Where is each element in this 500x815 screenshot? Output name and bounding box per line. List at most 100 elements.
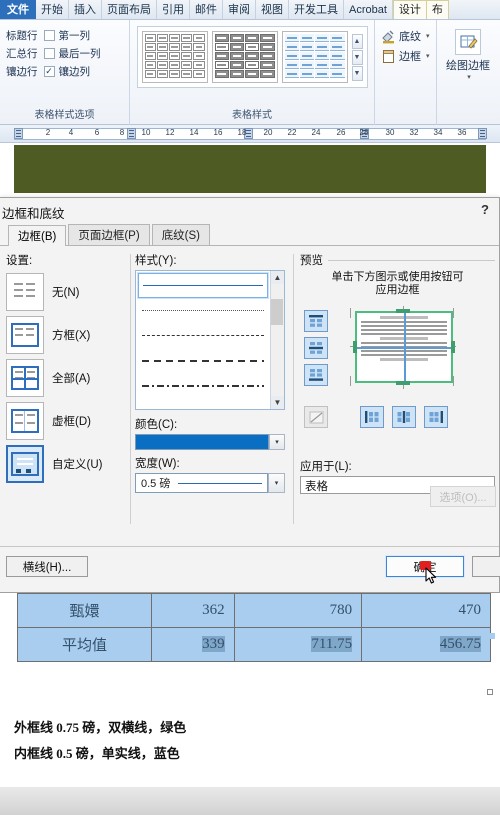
preview-left-border-button[interactable]	[360, 406, 384, 428]
style-listbox[interactable]: ▲ ▼	[135, 270, 285, 410]
preview-hint-line2: 应用边框	[375, 284, 420, 296]
table-cell-value[interactable]: 339	[151, 627, 235, 662]
shading-icon	[381, 29, 396, 44]
ruler-number: 2	[45, 128, 51, 137]
setting-box-icon	[6, 316, 44, 354]
tab-layout[interactable]: 布	[426, 0, 449, 19]
option-first-column[interactable]: 第一列	[43, 26, 101, 44]
setting-all[interactable]: 全部(A)	[6, 359, 128, 397]
setting-none-label: 无(N)	[52, 287, 80, 299]
preview-diagonal-border-button[interactable]	[304, 406, 328, 428]
style-item-solid[interactable]	[137, 272, 269, 299]
draw-borders-caret-icon[interactable]: ▾	[467, 73, 471, 81]
gallery-scroll-down-icon[interactable]: ▼	[351, 49, 363, 65]
draw-borders-button[interactable]: 绘图边框 ▾	[437, 24, 499, 81]
tab-page-borders[interactable]: 页面边框(P)	[68, 224, 150, 245]
table-cell-value[interactable]: 711.75	[233, 627, 363, 662]
width-value-box[interactable]: 0.5 磅	[135, 473, 268, 493]
option-total-row[interactable]: 汇总行	[6, 44, 38, 62]
table-row[interactable]: 平均值 339 711.75 456.75	[17, 627, 491, 662]
help-icon[interactable]: ?	[481, 202, 489, 217]
document-table[interactable]: 甄嬛 362 780 470 平均值 339 711.75 456.75	[17, 593, 491, 662]
table-style-gallery[interactable]: ▲ ▼ ▼	[136, 26, 368, 88]
preview-area[interactable]	[300, 302, 495, 452]
setting-grid[interactable]: 虚框(D)	[6, 402, 128, 440]
tab-borders[interactable]: 边框(B)	[8, 225, 67, 246]
setting-custom[interactable]: 自定义(U)	[6, 445, 128, 483]
table-style-thumb-blue[interactable]	[281, 31, 348, 83]
setting-none[interactable]: 无(N)	[6, 273, 128, 311]
shading-button[interactable]: 底纹 ▾	[381, 26, 430, 46]
gallery-more-icon[interactable]: ▼	[351, 65, 363, 81]
tab-view[interactable]: 视图	[256, 0, 289, 19]
table-style-thumb-grid[interactable]	[141, 31, 208, 83]
ruler-tab-stop-5[interactable]	[478, 128, 487, 139]
color-picker[interactable]: ▾	[135, 434, 285, 450]
cancel-button[interactable]: 取	[472, 556, 500, 577]
setting-grid-icon	[6, 402, 44, 440]
table-cell-value[interactable]: 780	[233, 593, 363, 628]
tab-mailings[interactable]: 邮件	[190, 0, 223, 19]
preview-diagram[interactable]	[350, 306, 458, 389]
table-cell-label[interactable]: 平均值	[17, 627, 152, 662]
ruler-tab-stop-1[interactable]	[14, 128, 23, 139]
preview-table-graphic[interactable]	[355, 311, 453, 383]
draw-borders-label: 绘图边框	[446, 60, 490, 72]
tab-review[interactable]: 审阅	[223, 0, 256, 19]
table-row[interactable]: 甄嬛 362 780 470	[17, 593, 491, 628]
table-cell-label[interactable]: 甄嬛	[17, 593, 152, 628]
checkbox-first-column[interactable]	[43, 29, 55, 41]
tab-developer[interactable]: 开发工具	[289, 0, 344, 19]
preview-bottom-border-button[interactable]	[304, 364, 328, 386]
tab-design[interactable]: 设计	[392, 0, 427, 19]
ruler-number: 6	[94, 128, 100, 137]
width-picker[interactable]: 0.5 磅 ▾	[135, 473, 285, 493]
checkbox-last-column[interactable]	[43, 47, 55, 59]
tab-shading[interactable]: 底纹(S)	[151, 224, 211, 245]
checkbox-banded-columns[interactable]: ✓	[43, 65, 55, 77]
option-banded-rows[interactable]: 镶边行	[6, 62, 38, 80]
preview-inside-vertical-border-button[interactable]	[392, 406, 416, 428]
preview-middle-border-button[interactable]	[304, 337, 328, 359]
option-header-row[interactable]: 标题行	[6, 26, 38, 44]
style-list-scrollbar[interactable]: ▲ ▼	[270, 271, 284, 409]
option-banded-columns[interactable]: ✓ 镶边列	[43, 62, 101, 80]
style-item-dash-small[interactable]	[138, 323, 268, 348]
tab-references[interactable]: 引用	[157, 0, 190, 19]
option-last-column[interactable]: 最后一列	[43, 44, 101, 62]
borders-button[interactable]: 边框 ▾	[381, 46, 430, 66]
group-borders: 底纹 ▾ 边框 ▾	[375, 20, 437, 125]
table-style-thumb-grey[interactable]	[211, 31, 278, 83]
horizontal-ruler[interactable]: 2 4 6 8 10 12 14 16 18 20 22 24 26 28 30…	[0, 125, 500, 143]
tab-home[interactable]: 开始	[36, 0, 69, 19]
tab-insert[interactable]: 插入	[69, 0, 102, 19]
table-cell-value[interactable]: 362	[151, 593, 235, 628]
table-resize-handle[interactable]	[487, 689, 493, 695]
tab-acrobat[interactable]: Acrobat	[344, 0, 393, 19]
ruler-number: 10	[141, 128, 151, 137]
setting-box[interactable]: 方框(X)	[6, 316, 128, 354]
horizontal-line-button[interactable]: 横线(H)...	[6, 556, 88, 577]
table-cell-value[interactable]: 456.75	[361, 627, 491, 662]
scroll-up-icon[interactable]: ▲	[271, 271, 284, 284]
table-cell-value[interactable]: 470	[361, 593, 491, 628]
style-item-dotted[interactable]	[138, 298, 268, 323]
borders-caret-icon[interactable]: ▾	[426, 52, 430, 60]
ruler-tab-stop-2[interactable]	[127, 128, 136, 139]
scroll-down-icon[interactable]: ▼	[271, 396, 284, 409]
preview-top-border-button[interactable]	[304, 310, 328, 332]
preview-right-border-button[interactable]	[424, 406, 448, 428]
scrollbar-thumb[interactable]	[271, 299, 283, 325]
shading-caret-icon[interactable]: ▾	[426, 32, 430, 40]
color-dropdown-caret-icon[interactable]: ▾	[269, 434, 285, 450]
setting-custom-icon	[6, 445, 44, 483]
tab-page-layout[interactable]: 页面布局	[102, 0, 157, 19]
style-item-dashed[interactable]	[138, 348, 268, 373]
width-dropdown-caret-icon[interactable]: ▾	[268, 473, 285, 493]
style-item-dash-dot[interactable]	[138, 373, 268, 398]
color-swatch[interactable]	[135, 434, 269, 450]
gallery-scroll-up-icon[interactable]: ▲	[351, 33, 363, 49]
dialog-title-bar[interactable]: 边框和底纹 ?	[0, 198, 499, 224]
tab-file[interactable]: 文件	[0, 0, 36, 19]
setting-all-icon	[6, 359, 44, 397]
